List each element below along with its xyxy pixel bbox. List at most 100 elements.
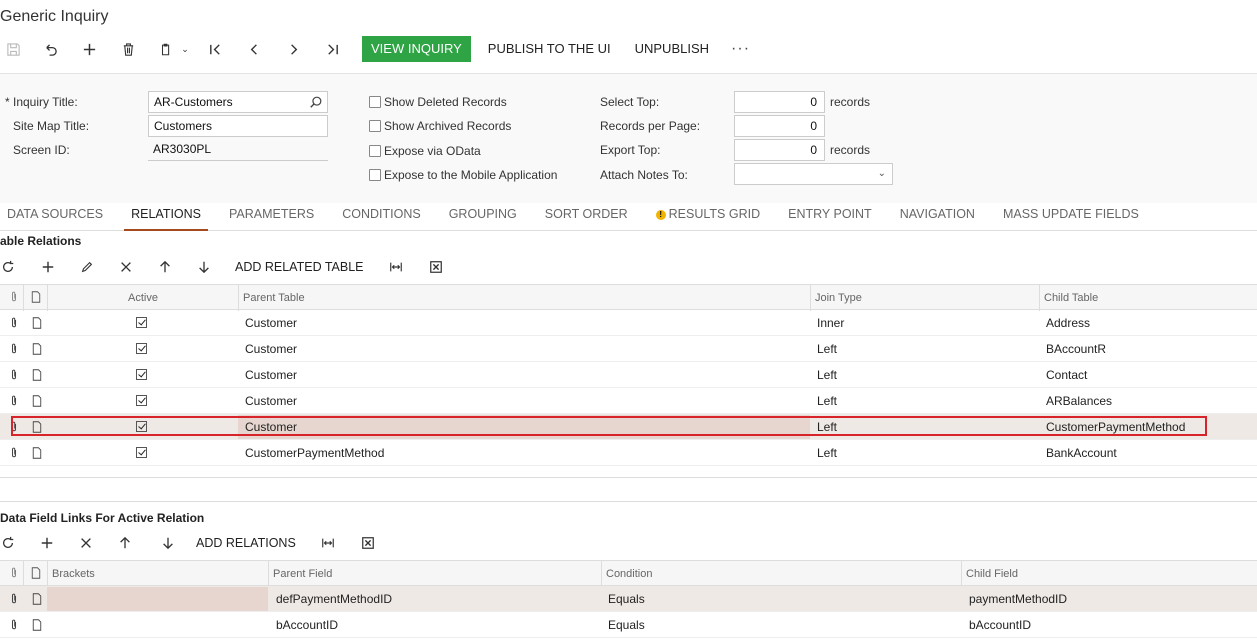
save-icon[interactable] [0, 37, 26, 61]
child-field-column-header[interactable]: Child Field [961, 561, 1257, 587]
move-down-icon[interactable] [196, 259, 212, 275]
copy-paste-icon[interactable]: ⌄ [154, 37, 194, 61]
note-icon[interactable] [31, 317, 43, 329]
previous-record-icon[interactable] [241, 37, 267, 61]
table-row[interactable]: Customer Left Contact [0, 362, 1257, 388]
parent-table-cell[interactable]: Customer [245, 310, 297, 336]
child-table-cell[interactable]: BAccountR [1046, 336, 1106, 362]
inquiry-title-field[interactable]: AR-Customers [148, 91, 328, 113]
checkbox-box[interactable] [369, 169, 381, 181]
more-actions-button[interactable]: ··· [731, 40, 750, 58]
refresh-icon[interactable] [0, 259, 16, 275]
note-icon[interactable] [31, 395, 43, 407]
child-table-cell[interactable]: Address [1046, 310, 1090, 336]
tab-data-sources[interactable]: DATA SOURCES [0, 203, 110, 230]
parent-table-cell[interactable]: CustomerPaymentMethod [245, 440, 384, 466]
tab-sort-order[interactable]: SORT ORDER [538, 203, 635, 230]
fit-columns-icon[interactable] [388, 259, 404, 275]
note-icon[interactable] [31, 447, 43, 459]
child-table-column-header[interactable]: Child Table [1039, 285, 1257, 311]
active-checkbox[interactable] [136, 447, 147, 458]
table-row[interactable]: defPaymentMethodID Equals paymentMethodID [0, 586, 1257, 612]
parent-table-cell[interactable]: Customer [245, 362, 297, 388]
attachment-icon[interactable] [8, 343, 20, 355]
export-top-field[interactable]: 0 [734, 139, 825, 161]
undo-icon[interactable] [37, 37, 63, 61]
unpublish-button[interactable]: UNPUBLISH [635, 36, 709, 62]
attachment-icon[interactable] [8, 619, 20, 631]
add-relations-button[interactable]: ADD RELATIONS [196, 536, 296, 550]
table-row[interactable]: bAccountID Equals bAccountID [0, 612, 1257, 638]
move-down-icon[interactable] [160, 535, 176, 551]
move-up-icon[interactable] [157, 259, 173, 275]
join-type-cell[interactable]: Inner [817, 310, 844, 336]
parent-field-cell[interactable]: bAccountID [276, 612, 338, 638]
attachment-icon[interactable] [8, 369, 20, 381]
view-inquiry-button[interactable]: VIEW INQUIRY [362, 36, 471, 62]
add-related-table-button[interactable]: ADD RELATED TABLE [235, 260, 364, 274]
child-table-cell[interactable]: Contact [1046, 362, 1087, 388]
move-up-icon[interactable] [117, 535, 133, 551]
child-table-cell[interactable]: ARBalances [1046, 388, 1112, 414]
condition-cell[interactable]: Equals [608, 612, 645, 638]
last-record-icon[interactable] [319, 37, 345, 61]
table-row[interactable]: Customer Left ARBalances [0, 388, 1257, 414]
tab-conditions[interactable]: CONDITIONS [335, 203, 427, 230]
checkbox-box[interactable] [369, 120, 381, 132]
active-checkbox[interactable] [136, 343, 147, 354]
site-map-title-field[interactable]: Customers [148, 115, 328, 137]
parent-table-cell[interactable]: Customer [245, 388, 297, 414]
table-row[interactable]: CustomerPaymentMethod Left BankAccount [0, 440, 1257, 466]
export-excel-icon[interactable] [428, 259, 444, 275]
join-type-cell[interactable]: Left [817, 440, 837, 466]
tab-mass-update-fields[interactable]: MASS UPDATE FIELDS [996, 203, 1146, 230]
show-archived-records-checkbox[interactable]: Show Archived Records [369, 119, 511, 133]
active-checkbox[interactable] [136, 395, 147, 406]
child-table-cell[interactable]: BankAccount [1046, 440, 1117, 466]
brackets-column-header[interactable]: Brackets [47, 561, 268, 587]
note-icon[interactable] [31, 369, 43, 381]
active-column-header[interactable]: Active [47, 285, 238, 311]
expose-odata-checkbox[interactable]: Expose via OData [369, 144, 481, 158]
active-checkbox[interactable] [136, 317, 147, 328]
tab-relations[interactable]: RELATIONS [124, 203, 209, 231]
select-top-field[interactable]: 0 [734, 91, 825, 113]
active-checkbox[interactable] [136, 369, 147, 380]
join-type-cell[interactable]: Left [817, 362, 837, 388]
add-row-icon[interactable] [39, 535, 55, 551]
checkbox-box[interactable] [369, 145, 381, 157]
condition-cell[interactable]: Equals [608, 586, 645, 612]
child-field-cell[interactable]: paymentMethodID [969, 586, 1067, 612]
expose-mobile-checkbox[interactable]: Expose to the Mobile Application [369, 168, 557, 182]
show-deleted-records-checkbox[interactable]: Show Deleted Records [369, 95, 507, 109]
attachment-icon[interactable] [8, 447, 20, 459]
edit-icon[interactable] [79, 259, 95, 275]
delete-row-icon[interactable] [78, 535, 94, 551]
fit-columns-icon[interactable] [320, 535, 336, 551]
condition-column-header[interactable]: Condition [601, 561, 961, 587]
publish-to-ui-button[interactable]: PUBLISH TO THE UI [488, 36, 611, 62]
join-type-column-header[interactable]: Join Type [810, 285, 1039, 311]
checkbox-box[interactable] [369, 96, 381, 108]
search-icon[interactable] [309, 95, 323, 109]
join-type-cell[interactable]: Left [817, 336, 837, 362]
tab-entry-point[interactable]: ENTRY POINT [781, 203, 879, 230]
note-icon[interactable] [31, 619, 43, 631]
parent-table-cell[interactable]: Customer [245, 336, 297, 362]
next-record-icon[interactable] [280, 37, 306, 61]
table-row[interactable]: Customer Left BAccountR [0, 336, 1257, 362]
first-record-icon[interactable] [202, 37, 228, 61]
parent-table-column-header[interactable]: Parent Table [238, 285, 810, 311]
add-icon[interactable] [76, 37, 102, 61]
attach-notes-select[interactable]: ⌄ [734, 163, 893, 185]
tab-navigation[interactable]: NAVIGATION [893, 203, 982, 230]
attachment-icon[interactable] [8, 317, 20, 329]
tab-results-grid[interactable]: ! RESULTS GRID [649, 203, 767, 230]
parent-field-cell[interactable]: defPaymentMethodID [276, 586, 392, 612]
refresh-icon[interactable] [0, 535, 16, 551]
export-excel-icon[interactable] [360, 535, 376, 551]
delete-icon[interactable] [115, 37, 141, 61]
add-row-icon[interactable] [40, 259, 56, 275]
table-row[interactable]: Customer Inner Address [0, 310, 1257, 336]
records-per-page-field[interactable]: 0 [734, 115, 825, 137]
